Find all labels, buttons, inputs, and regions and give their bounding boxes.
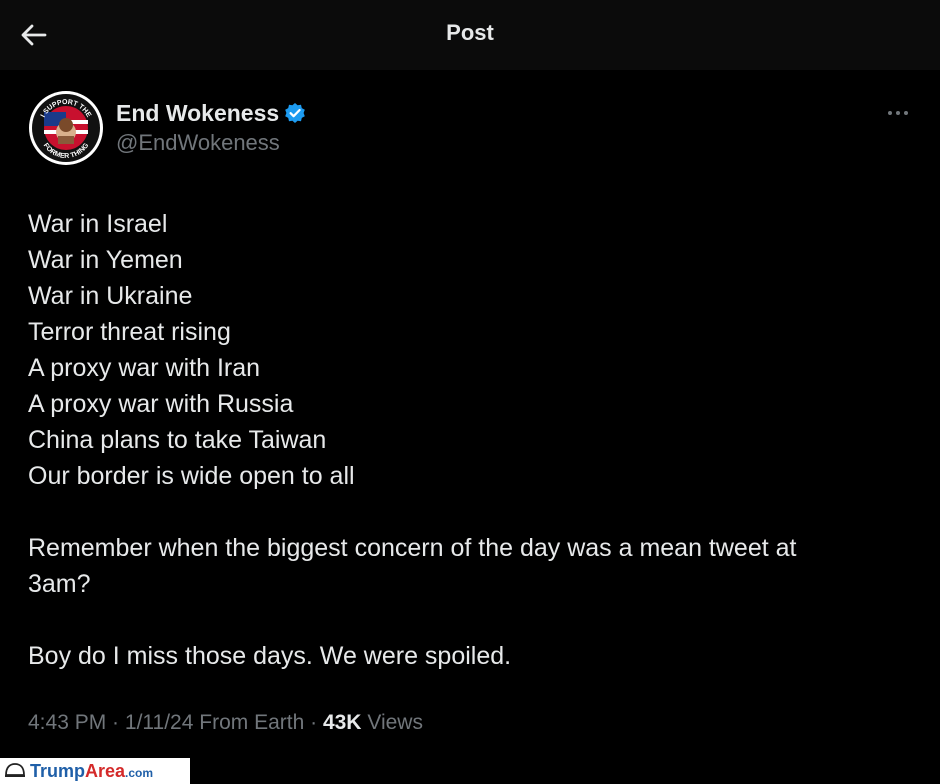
views-count[interactable]: 43K [323,711,362,734]
watermark-part-1: Trump [30,761,86,781]
avatar[interactable]: I SUPPORT THE FORMER THING [28,90,104,166]
tweet-meta: 4:43 PM · 1/11/24 From Earth · 43K Views [28,711,423,734]
tweet-line: Our border is wide open to all [28,462,355,490]
tweet-line: Terror threat rising [28,318,231,346]
more-options-icon[interactable] [884,103,914,123]
author-handle[interactable]: @EndWokeness [116,130,280,156]
tweet-body: War in Israel War in Yemen War in Ukrain… [28,206,908,674]
tweet-date[interactable]: 1/11/24 [125,711,194,734]
page-title: Post [446,20,494,45]
watermark-part-3: .com [125,766,154,780]
tweet-paragraph-3: Boy do I miss those days. We were spoile… [28,642,512,670]
verified-badge-icon [285,103,305,123]
watermark: TrumpArea.com [0,758,190,784]
tweet-line: War in Ukraine [28,282,193,310]
views-label[interactable]: Views [367,711,423,734]
hat-icon [5,763,25,777]
top-bar: Post [0,0,940,70]
tweet-line: War in Israel [28,210,168,238]
tweet-line: War in Yemen [28,246,183,274]
tweet-line: China plans to take Taiwan [28,426,327,454]
tweet-line: A proxy war with Russia [28,390,294,418]
tweet-paragraph-2-line-2: 3am? [28,570,91,598]
watermark-text: TrumpArea.com [30,761,153,782]
tweet-paragraph-2-line-1: Remember when the biggest concern of the… [28,534,797,562]
watermark-part-2: Area [85,761,126,781]
tweet-time[interactable]: 4:43 PM [28,711,106,734]
tweet-line: A proxy war with Iran [28,354,261,382]
author-name[interactable]: End Wokeness [116,100,279,127]
tweet-source: From Earth [199,711,305,734]
